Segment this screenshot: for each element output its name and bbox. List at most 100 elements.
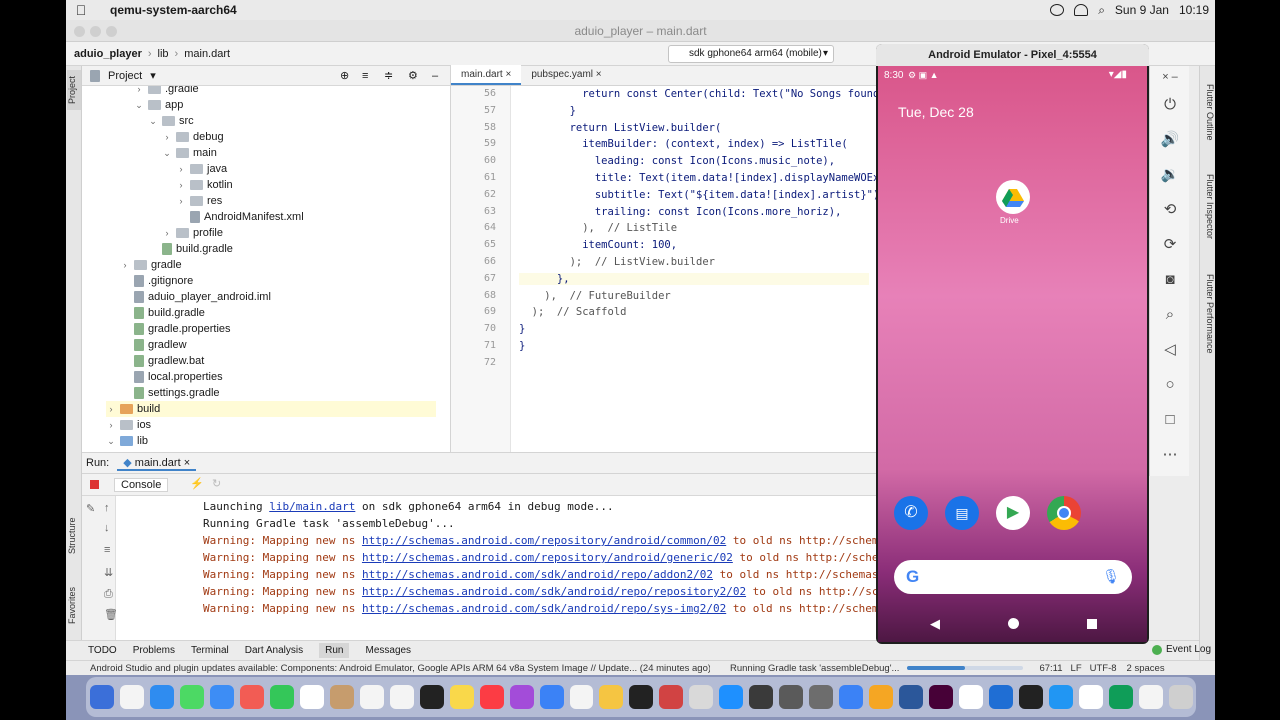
expand-arrow-icon[interactable]: › bbox=[176, 193, 186, 209]
tab-pubspec-yaml[interactable]: pubspec.yaml × bbox=[521, 65, 611, 85]
rotate-left-icon[interactable]: ⟲ bbox=[1159, 199, 1181, 221]
tree-item[interactable]: build.gradle bbox=[120, 305, 436, 321]
line-number[interactable]: 69 bbox=[484, 306, 496, 317]
dock-app-icon[interactable] bbox=[869, 685, 894, 709]
dock-app-icon[interactable] bbox=[239, 685, 264, 709]
chevron-down-icon[interactable]: ▾ bbox=[150, 69, 156, 82]
console-link[interactable]: lib/main.dart bbox=[269, 500, 355, 513]
breadcrumb-file[interactable]: main.dart bbox=[184, 48, 230, 60]
print-icon[interactable]: ⎙ bbox=[104, 588, 113, 601]
dock-app-icon[interactable] bbox=[629, 685, 654, 709]
search-icon[interactable]: ⌕ bbox=[1098, 3, 1105, 18]
dock-app-icon[interactable] bbox=[989, 685, 1014, 709]
bottom-tab-dart-analysis[interactable]: Dart Analysis bbox=[245, 645, 303, 656]
code-line[interactable]: ); // Scaffold bbox=[519, 306, 627, 318]
tool-tab-flutter-inspector[interactable]: Flutter Inspector bbox=[1201, 174, 1215, 260]
tree-item[interactable]: settings.gradle bbox=[120, 385, 436, 401]
code-line[interactable]: subtitle: Text("${item.data![index].arti… bbox=[519, 189, 879, 201]
trash-icon[interactable]: 🗑 bbox=[104, 608, 118, 621]
line-number[interactable]: 72 bbox=[484, 357, 496, 368]
dock-app-icon[interactable] bbox=[359, 685, 384, 709]
event-log-button[interactable]: Event Log bbox=[1152, 644, 1211, 655]
dock-app-icon[interactable] bbox=[179, 685, 204, 709]
code-line[interactable]: return const Center(child: Text("No Song… bbox=[519, 88, 879, 100]
microphone-icon[interactable]: 🎙 bbox=[1102, 568, 1120, 585]
code-line[interactable]: ); // ListView.builder bbox=[519, 256, 715, 268]
close-window-button[interactable] bbox=[74, 26, 85, 37]
code-line[interactable]: } bbox=[519, 340, 525, 352]
tree-item[interactable]: › gradle bbox=[120, 257, 436, 273]
dock-app-icon[interactable] bbox=[90, 685, 114, 709]
home-icon[interactable]: ○ bbox=[1159, 374, 1181, 396]
tree-item[interactable]: gradlew bbox=[120, 337, 436, 353]
messages-app-icon[interactable]: ▤ bbox=[945, 496, 979, 530]
dock-app-icon[interactable] bbox=[209, 685, 234, 709]
dock-app-icon[interactable] bbox=[1108, 685, 1133, 709]
tree-item[interactable]: local.properties bbox=[120, 369, 436, 385]
pin-icon[interactable]: ✎ bbox=[86, 502, 95, 515]
play-store-icon[interactable]: ▶ bbox=[996, 496, 1030, 530]
file-encoding[interactable]: UTF-8 bbox=[1090, 663, 1117, 674]
more-icon[interactable]: ⋯ bbox=[1159, 444, 1181, 466]
scroll-to-end-icon[interactable]: ⇊ bbox=[104, 566, 113, 579]
tree-item[interactable]: gradle.properties bbox=[120, 321, 436, 337]
breadcrumb-project[interactable]: aduio_player bbox=[74, 48, 142, 60]
tree-item[interactable]: .gitignore bbox=[120, 273, 436, 289]
tree-item[interactable]: › debug bbox=[162, 129, 436, 145]
expand-arrow-icon[interactable]: ⌄ bbox=[134, 97, 144, 113]
console-link[interactable]: http://schemas.android.com/sdk/android/r… bbox=[362, 568, 713, 581]
console-tab[interactable]: Console bbox=[114, 478, 169, 492]
line-number[interactable]: 60 bbox=[484, 155, 496, 166]
hot-reload-icon[interactable]: ⚡ bbox=[190, 477, 204, 490]
dock-app-icon[interactable] bbox=[1078, 685, 1103, 709]
line-number[interactable]: 62 bbox=[484, 189, 496, 200]
code-line[interactable]: return ListView.builder( bbox=[519, 122, 722, 134]
tool-tab-structure[interactable]: Structure bbox=[67, 506, 81, 566]
tree-item[interactable]: AndroidManifest.xml bbox=[176, 209, 436, 225]
chrome-icon[interactable] bbox=[1047, 496, 1081, 530]
stop-icon[interactable] bbox=[90, 480, 99, 489]
line-number[interactable]: 66 bbox=[484, 256, 496, 267]
breadcrumb-dir[interactable]: lib bbox=[158, 48, 169, 60]
tree-item[interactable]: › res bbox=[176, 193, 436, 209]
expand-arrow-icon[interactable]: ⌄ bbox=[106, 433, 116, 449]
console-link[interactable]: http://schemas.android.com/repository/an… bbox=[362, 534, 726, 547]
expand-arrow-icon[interactable]: ⌄ bbox=[148, 113, 158, 129]
dock-app-icon[interactable] bbox=[1049, 685, 1073, 709]
line-number[interactable]: 56 bbox=[484, 88, 496, 99]
line-number[interactable]: 61 bbox=[484, 172, 496, 183]
status-message[interactable]: Android Studio and plugin updates availa… bbox=[90, 663, 710, 674]
line-number[interactable]: 71 bbox=[484, 340, 496, 351]
expand-arrow-icon[interactable]: ⌄ bbox=[162, 145, 172, 161]
back-icon[interactable]: ◁ bbox=[1159, 339, 1181, 361]
collapse-all-icon[interactable]: ≑ bbox=[384, 69, 393, 82]
phone-app-icon[interactable]: ✆ bbox=[894, 496, 928, 530]
dock-app-icon[interactable] bbox=[479, 685, 504, 709]
dock-app-icon[interactable] bbox=[539, 685, 564, 709]
tree-item[interactable]: › kotlin bbox=[176, 177, 436, 193]
code-line[interactable]: itemBuilder: (context, index) => ListTil… bbox=[519, 138, 848, 150]
power-icon[interactable]: ⏻ bbox=[1159, 94, 1181, 116]
expand-arrow-icon[interactable]: › bbox=[106, 401, 116, 417]
dock-app-icon[interactable] bbox=[1168, 685, 1193, 709]
console-output[interactable]: ✎ ↑ ↓ ≡ ⇊ ⎙ 🗑 Launching lib/main.dart on… bbox=[82, 496, 877, 640]
tree-item[interactable]: ⌄ app bbox=[134, 97, 436, 113]
gear-icon[interactable]: ⚙ bbox=[408, 69, 418, 82]
bottom-tab-problems[interactable]: Problems bbox=[133, 645, 175, 656]
dock-app-icon[interactable] bbox=[419, 685, 444, 709]
expand-arrow-icon[interactable]: › bbox=[120, 257, 130, 273]
volume-down-icon[interactable]: 🔉 bbox=[1159, 164, 1181, 186]
dock-app-icon[interactable] bbox=[929, 685, 954, 709]
tree-item[interactable]: build.gradle bbox=[148, 241, 436, 257]
android-screen[interactable]: 8:30 ⚙ ▣ ▲ ▾◢▮ Tue, Dec 28 Drive ✆ ▤ ▶ G… bbox=[878, 66, 1147, 642]
tool-tab-project[interactable]: Project bbox=[67, 70, 81, 110]
dock-app-icon[interactable] bbox=[329, 685, 354, 709]
status-icon[interactable] bbox=[1050, 4, 1065, 16]
tree-item[interactable]: › profile bbox=[162, 225, 436, 241]
line-number[interactable]: 65 bbox=[484, 239, 496, 250]
dock-app-icon[interactable] bbox=[299, 685, 324, 709]
tree-item[interactable]: › .gradle bbox=[134, 86, 436, 97]
android-back-button[interactable]: ◀ bbox=[930, 616, 940, 632]
code-line[interactable]: title: Text(item.data![index].displayNam… bbox=[519, 172, 879, 184]
hot-restart-icon[interactable]: ↻ bbox=[212, 477, 221, 490]
